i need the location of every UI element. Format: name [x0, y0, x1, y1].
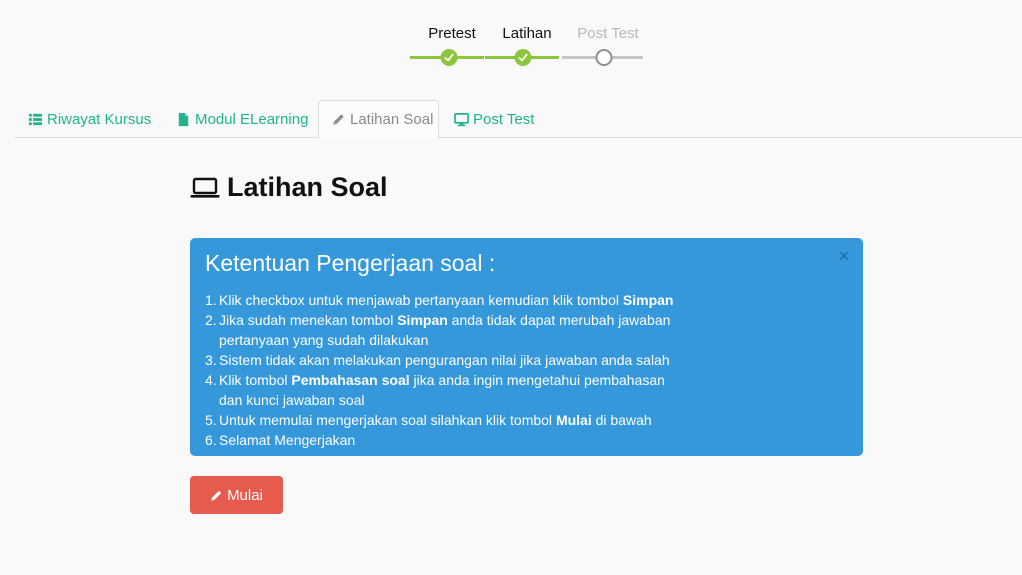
- step-dot-pretest: [440, 49, 458, 66]
- tab-label: Modul ELearning: [195, 110, 309, 128]
- file-icon: [175, 111, 191, 127]
- rules-list: 1. Klik checkbox untuk menjawab pertanya…: [205, 290, 848, 450]
- list-item: 3. Sistem tidak akan melakukan pengurang…: [205, 352, 670, 368]
- step-dot-latihan: [514, 49, 532, 66]
- monitor-icon: [453, 111, 469, 127]
- list-item: 4. Klik tombol Pembahasan soal jika anda…: [205, 372, 665, 408]
- page-title: Latihan Soal: [190, 172, 388, 203]
- course-tabs: Riwayat Kursus Modul ELearning Latihan S…: [15, 100, 1022, 139]
- list-item: 6. Selamat Mengerjakan: [205, 432, 356, 448]
- list-icon: [27, 111, 43, 127]
- tab-modul-elearning[interactable]: Modul ELearning: [163, 100, 320, 138]
- tab-label: Latihan Soal: [350, 111, 434, 128]
- step-label-latihan: Latihan: [502, 25, 552, 42]
- close-icon[interactable]: ×: [838, 247, 849, 265]
- list-item: 2. Jika sudah menekan tombol Simpan anda…: [205, 312, 671, 348]
- pencil-icon: [331, 112, 346, 128]
- check-icon: [444, 53, 454, 62]
- rules-alert: Ketentuan Pengerjaan soal : × 1. Klik ch…: [190, 238, 863, 456]
- progress-stepper: Pretest Latihan Post Test: [0, 24, 1022, 74]
- laptop-icon: [190, 177, 220, 198]
- step-label-pretest: Pretest: [428, 25, 476, 42]
- tab-label: Riwayat Kursus: [47, 110, 152, 128]
- tab-riwayat-kursus[interactable]: Riwayat Kursus: [15, 100, 163, 138]
- tab-post-test[interactable]: Post Test: [441, 100, 546, 138]
- check-icon: [518, 53, 528, 62]
- pencil-icon: [211, 490, 222, 501]
- list-item: 5. Untuk memulai mengerjakan soal silahk…: [205, 412, 652, 428]
- alert-title: Ketentuan Pengerjaan soal :: [205, 250, 496, 276]
- step-label-post-test: Post Test: [577, 25, 639, 42]
- list-item: 1. Klik checkbox untuk menjawab pertanya…: [205, 292, 674, 308]
- start-button-label: Mulai: [227, 486, 263, 504]
- page-title-text: Latihan Soal: [227, 172, 388, 202]
- step-dot-post-test: [595, 49, 613, 66]
- tab-label: Post Test: [473, 110, 535, 128]
- tab-latihan-soal[interactable]: Latihan Soal: [318, 100, 439, 139]
- start-button[interactable]: Mulai: [190, 476, 283, 514]
